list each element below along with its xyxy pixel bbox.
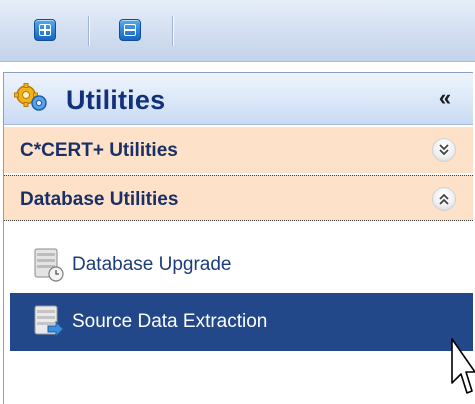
- list-item-label: Database Upgrade: [72, 254, 232, 275]
- group-header-label: C*CERT+ Utilities: [20, 140, 178, 161]
- list-item-source-data-extraction[interactable]: Source Data Extraction: [10, 293, 473, 351]
- expand-all-button[interactable]: [34, 19, 56, 41]
- collapse-all-button[interactable]: [119, 19, 141, 41]
- list-item-database-upgrade[interactable]: Database Upgrade: [10, 237, 473, 293]
- panel-title: Utilities: [66, 85, 166, 115]
- toolbar-separator: [172, 16, 174, 46]
- panel-header: Utilities «: [4, 73, 473, 125]
- chevron-down-icon[interactable]: [432, 138, 456, 162]
- mouse-cursor-icon: [451, 338, 475, 394]
- group-header-database-utilities[interactable]: Database Utilities: [4, 175, 473, 221]
- gears-icon: [14, 83, 47, 111]
- chevron-up-icon[interactable]: [432, 187, 456, 211]
- utilities-panel: Utilities « C*CERT+ Utilities Database U…: [3, 72, 473, 404]
- toolbar: [0, 0, 475, 62]
- database-upgrade-icon: [34, 248, 64, 282]
- collapse-panel-button[interactable]: «: [430, 83, 460, 113]
- toolbar-separator: [88, 16, 90, 46]
- source-data-extraction-icon: [34, 305, 64, 338]
- group-header-ccert-utilities[interactable]: C*CERT+ Utilities: [4, 127, 473, 173]
- group-header-label: Database Utilities: [20, 189, 179, 210]
- list-item-label: Source Data Extraction: [72, 311, 268, 332]
